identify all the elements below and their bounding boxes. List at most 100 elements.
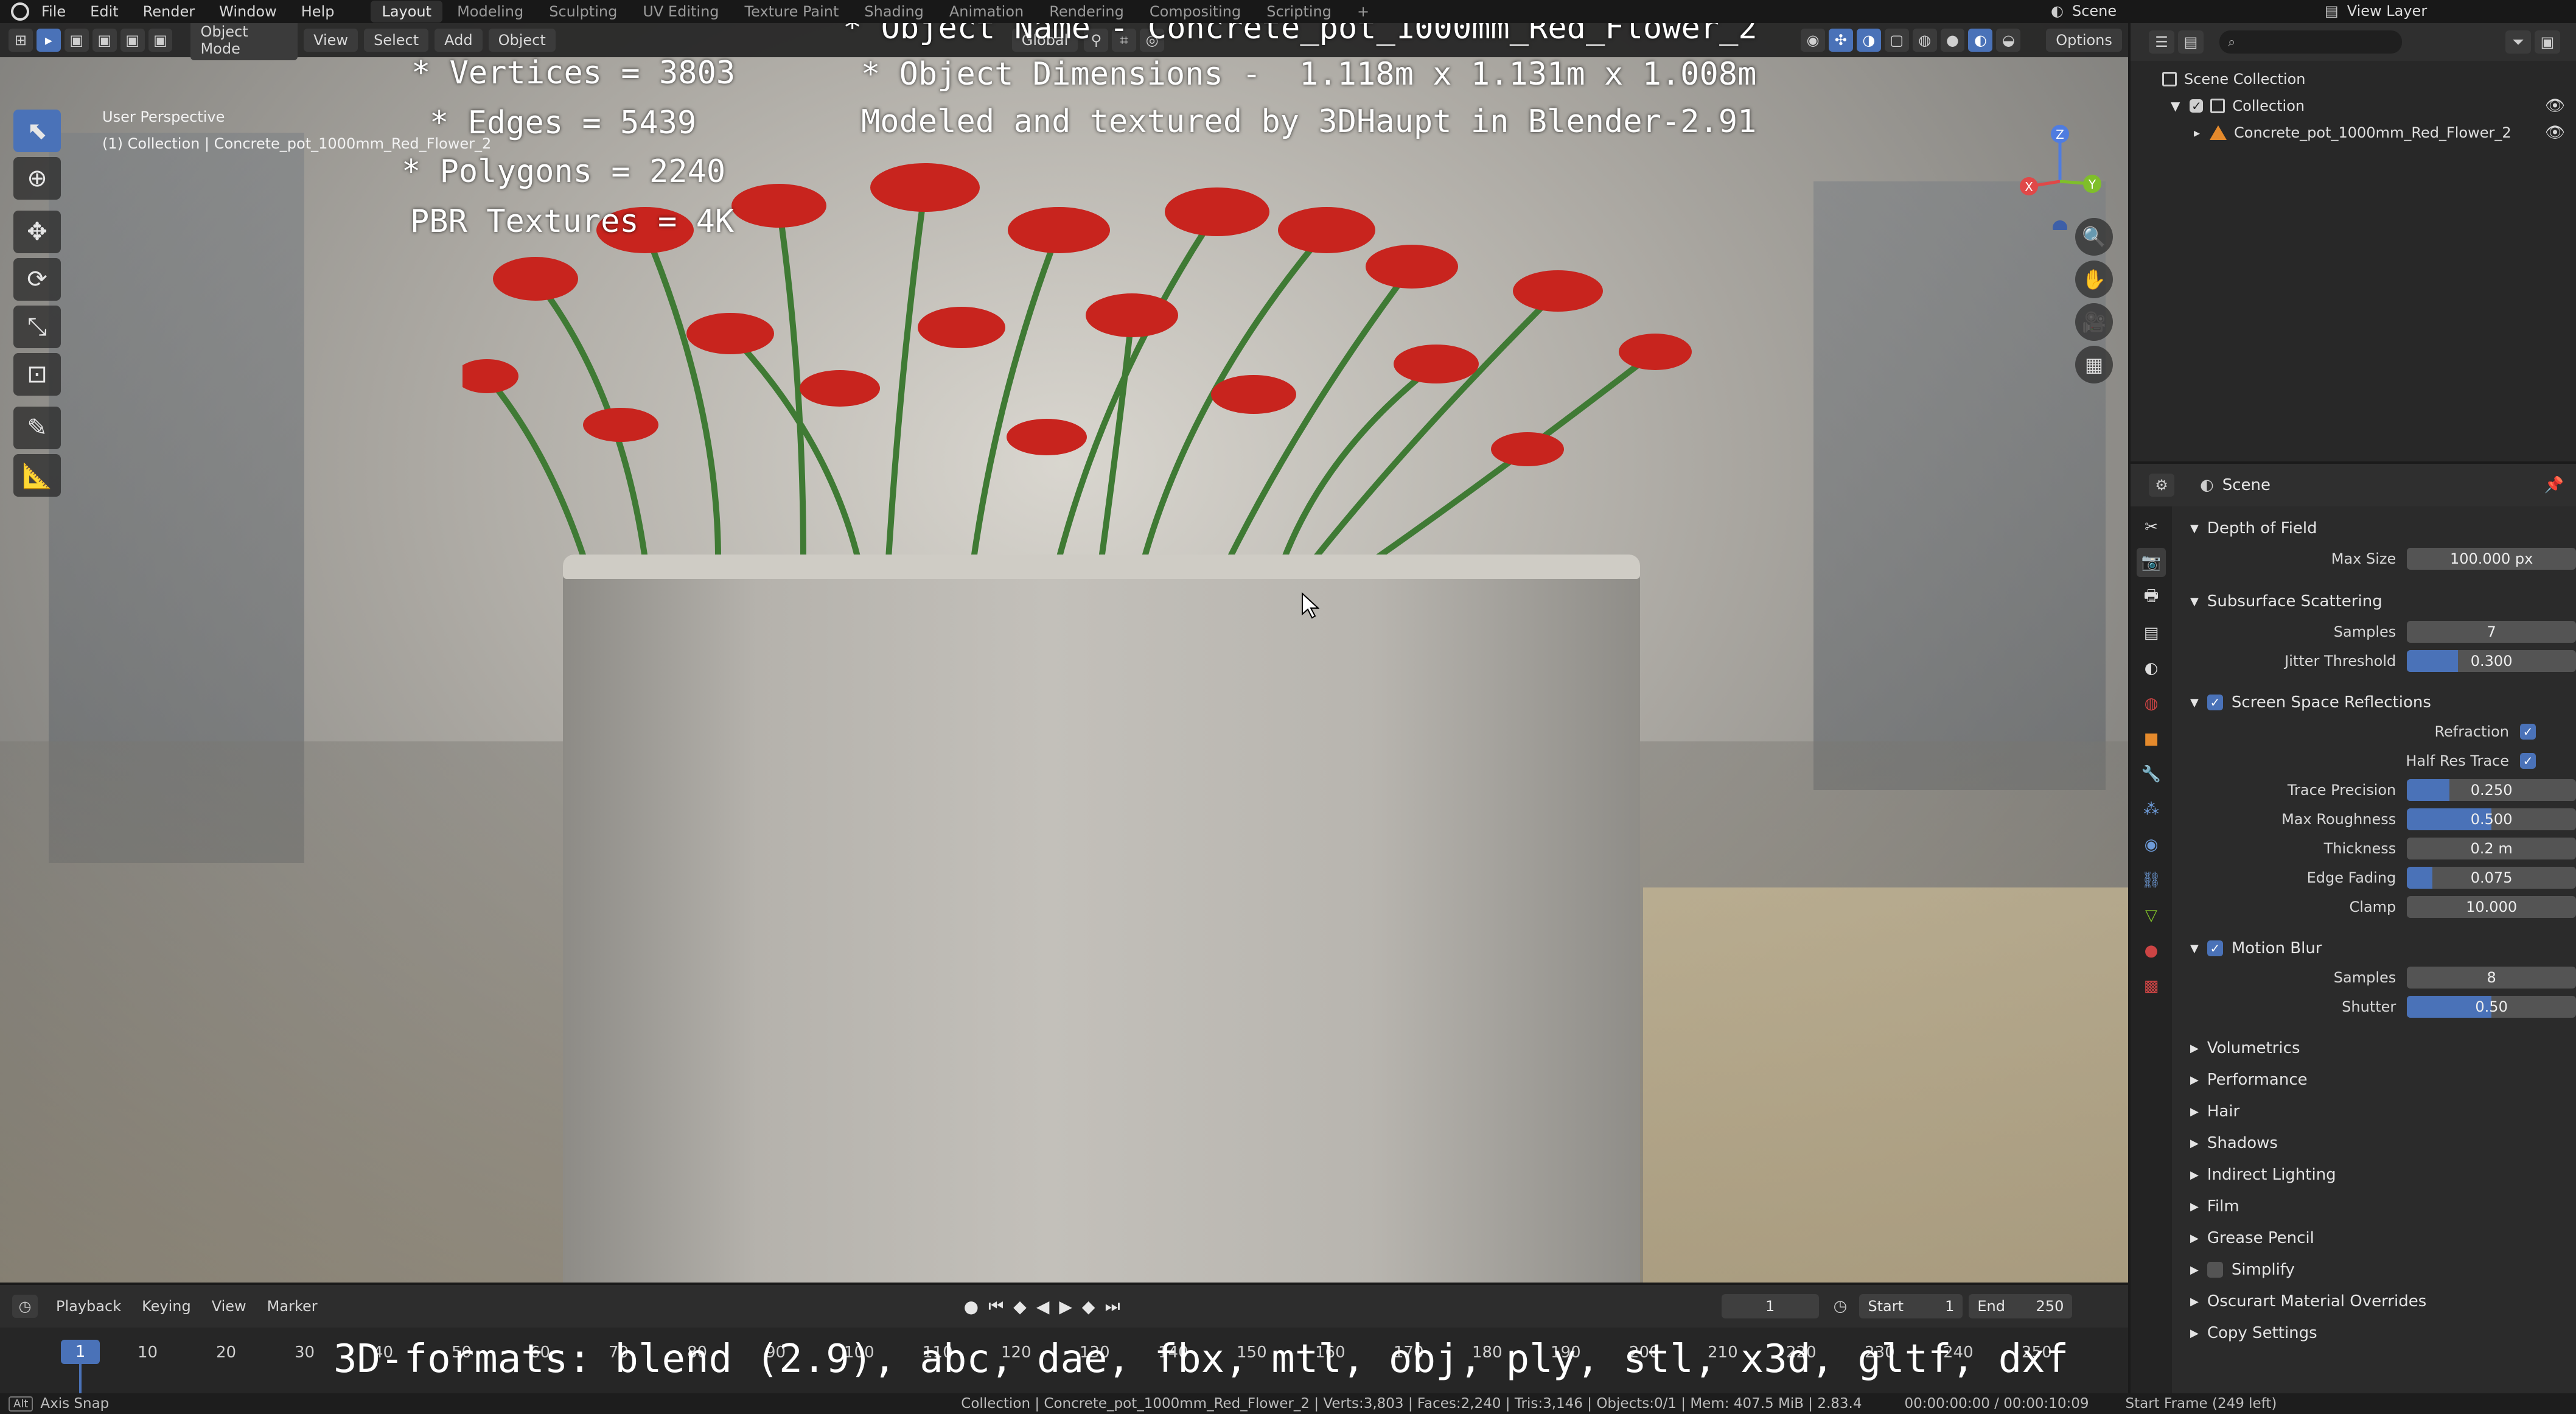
view-menu[interactable]: View — [304, 29, 358, 52]
trace-precision-slider[interactable]: 0.250 — [2407, 779, 2576, 801]
editor-type-icon[interactable]: ⊞ — [9, 29, 33, 52]
section-shadows[interactable]: ▶ Shadows — [2179, 1127, 2576, 1159]
tab-rendering[interactable]: Rendering — [1038, 1, 1135, 23]
properties-editor-type-icon[interactable]: ⚙ — [2149, 474, 2174, 497]
section-depth-of-field[interactable]: ▼ Depth of Field — [2179, 513, 2576, 544]
tab-layout[interactable]: Layout — [371, 1, 443, 23]
section-oscurart-overrides[interactable]: ▶ Oscurart Material Overrides — [2179, 1286, 2576, 1317]
object-menu[interactable]: Object — [488, 29, 556, 52]
tab-uv-editing[interactable]: UV Editing — [632, 1, 730, 23]
tab-scripting[interactable]: Scripting — [1255, 1, 1342, 23]
current-frame-field[interactable]: 1 — [1721, 1294, 1819, 1318]
sss-samples-field[interactable]: 7 — [2407, 621, 2576, 643]
section-volumetrics[interactable]: ▶ Volumetrics — [2179, 1032, 2576, 1064]
max-roughness-slider[interactable]: 0.500 — [2407, 808, 2576, 830]
xray-icon[interactable]: ▢ — [1884, 29, 1909, 52]
tab-texture-paint[interactable]: Texture Paint — [734, 1, 850, 23]
display-mode-icon[interactable]: ▤ — [2178, 30, 2204, 54]
section-hair[interactable]: ▶ Hair — [2179, 1096, 2576, 1127]
eye-icon[interactable]: 👁 — [2545, 124, 2565, 142]
tab-shading[interactable]: Shading — [853, 1, 935, 23]
play-icon[interactable]: ▶ — [1059, 1297, 1072, 1317]
select-tool-icon[interactable]: ⬉ — [13, 110, 61, 152]
menu-help[interactable]: Help — [301, 3, 335, 20]
tool-tab-icon[interactable]: ✂ — [2137, 513, 2166, 542]
outliner-object-row[interactable]: ▸ Concrete_pot_1000mm_Red_Flower_2 👁 — [2131, 119, 2576, 146]
select-box-icon[interactable]: ▣ — [64, 29, 89, 52]
prev-keyframe-icon[interactable]: ◆ — [1013, 1297, 1027, 1317]
select-intersect-icon[interactable]: ▣ — [148, 29, 173, 52]
menu-edit[interactable]: Edit — [90, 3, 118, 20]
ssr-enable-checkbox[interactable]: ✓ — [2207, 695, 2223, 710]
next-keyframe-icon[interactable]: ◆ — [1082, 1297, 1095, 1317]
physics-tab-icon[interactable]: ◉ — [2137, 830, 2166, 859]
select-menu[interactable]: Select — [364, 29, 429, 52]
add-menu[interactable]: Add — [435, 29, 483, 52]
menu-file[interactable]: File — [41, 3, 66, 20]
render-tab-icon[interactable]: 📷 — [2137, 548, 2166, 577]
output-tab-icon[interactable]: 🖶 — [2137, 583, 2166, 612]
start-frame-field[interactable]: Start 1 — [1859, 1294, 1963, 1318]
edge-fading-slider[interactable]: 0.075 — [2407, 867, 2576, 889]
eye-icon[interactable]: 👁 — [2545, 97, 2565, 115]
clamp-field[interactable]: 10.000 — [2407, 896, 2576, 918]
collapse-arrow-icon[interactable]: ▼ — [2171, 99, 2180, 113]
pan-hand-icon[interactable]: ✋ — [2075, 261, 2113, 298]
texture-tab-icon[interactable]: ▩ — [2137, 971, 2166, 1001]
dof-max-size-field[interactable]: 100.000 px — [2407, 548, 2576, 570]
zoom-icon[interactable]: 🔍 — [2075, 218, 2113, 256]
sss-jitter-slider[interactable]: 0.300 — [2407, 650, 2576, 672]
menu-window[interactable]: Window — [219, 3, 277, 20]
section-performance[interactable]: ▶ Performance — [2179, 1064, 2576, 1096]
ortho-grid-icon[interactable]: ▦ — [2075, 346, 2113, 383]
keying-menu[interactable]: Keying — [142, 1298, 191, 1315]
new-collection-icon[interactable]: ▣ — [2535, 30, 2560, 54]
scene-selector[interactable]: ◐ Scene — [2051, 2, 2117, 19]
rotate-tool-icon[interactable]: ⟳ — [13, 258, 61, 301]
add-workspace-button[interactable]: + — [1346, 1, 1380, 23]
jump-end-icon[interactable]: ⏭ — [1105, 1296, 1120, 1317]
camera-view-icon[interactable]: 🎥 — [2075, 303, 2113, 341]
motion-blur-enable-checkbox[interactable]: ✓ — [2207, 940, 2223, 956]
navigation-gizmo[interactable]: Z X Y — [2008, 108, 2112, 230]
filter-icon[interactable]: ⏷ — [2505, 30, 2531, 54]
gizmo-toggle-icon[interactable]: ✣ — [1828, 29, 1853, 52]
material-tab-icon[interactable]: ● — [2137, 936, 2166, 965]
overlay-toggle-icon[interactable]: ◑ — [1856, 29, 1881, 52]
blender-logo-icon[interactable] — [11, 2, 29, 21]
solid-shading-icon[interactable]: ● — [1940, 29, 1965, 52]
select-extend-icon[interactable]: ▣ — [92, 29, 117, 52]
tab-sculpting[interactable]: Sculpting — [538, 1, 628, 23]
measure-tool-icon[interactable]: 📐 — [13, 454, 61, 497]
select-subtract-icon[interactable]: ▣ — [120, 29, 145, 52]
section-indirect-lighting[interactable]: ▶ Indirect Lighting — [2179, 1159, 2576, 1191]
transform-tool-icon[interactable]: ⊡ — [13, 353, 61, 396]
timeline-view-menu[interactable]: View — [212, 1298, 246, 1315]
refraction-checkbox[interactable]: ✓ — [2520, 724, 2536, 740]
options-dropdown[interactable]: Options — [2046, 29, 2122, 52]
scale-tool-icon[interactable]: ⤡ — [13, 306, 61, 348]
record-icon[interactable]: ● — [964, 1297, 979, 1317]
neg-z-axis-ball[interactable] — [2053, 220, 2067, 230]
section-subsurface-scattering[interactable]: ▼ Subsurface Scattering — [2179, 586, 2576, 617]
marker-menu[interactable]: Marker — [267, 1298, 318, 1315]
section-grease-pencil[interactable]: ▶ Grease Pencil — [2179, 1222, 2576, 1254]
view-layer-tab-icon[interactable]: ▤ — [2137, 618, 2166, 648]
modifier-tab-icon[interactable]: 🔧 — [2137, 760, 2166, 789]
simplify-checkbox[interactable] — [2207, 1262, 2223, 1278]
timeline-editor-type-icon[interactable]: ◷ — [12, 1295, 38, 1318]
tab-modeling[interactable]: Modeling — [446, 1, 534, 23]
play-reverse-icon[interactable]: ◀ — [1036, 1297, 1050, 1317]
menu-render[interactable]: Render — [143, 3, 195, 20]
rendered-shading-icon[interactable]: ◒ — [1996, 29, 2021, 52]
collection-include-checkbox[interactable]: ✓ — [2190, 99, 2204, 113]
outliner-collection[interactable]: ▼ ✓ Collection 👁 — [2131, 93, 2576, 119]
thickness-field[interactable]: 0.2 m — [2407, 838, 2576, 859]
material-shading-icon[interactable]: ◐ — [1968, 29, 1993, 52]
world-tab-icon[interactable]: ◍ — [2137, 689, 2166, 718]
jump-start-icon[interactable]: ⏮ — [988, 1296, 1004, 1317]
playback-menu[interactable]: Playback — [56, 1298, 121, 1315]
section-simplify[interactable]: ▶ Simplify — [2179, 1254, 2576, 1286]
half-res-trace-checkbox[interactable]: ✓ — [2520, 753, 2536, 769]
pin-icon[interactable]: 📌 — [2544, 476, 2564, 494]
